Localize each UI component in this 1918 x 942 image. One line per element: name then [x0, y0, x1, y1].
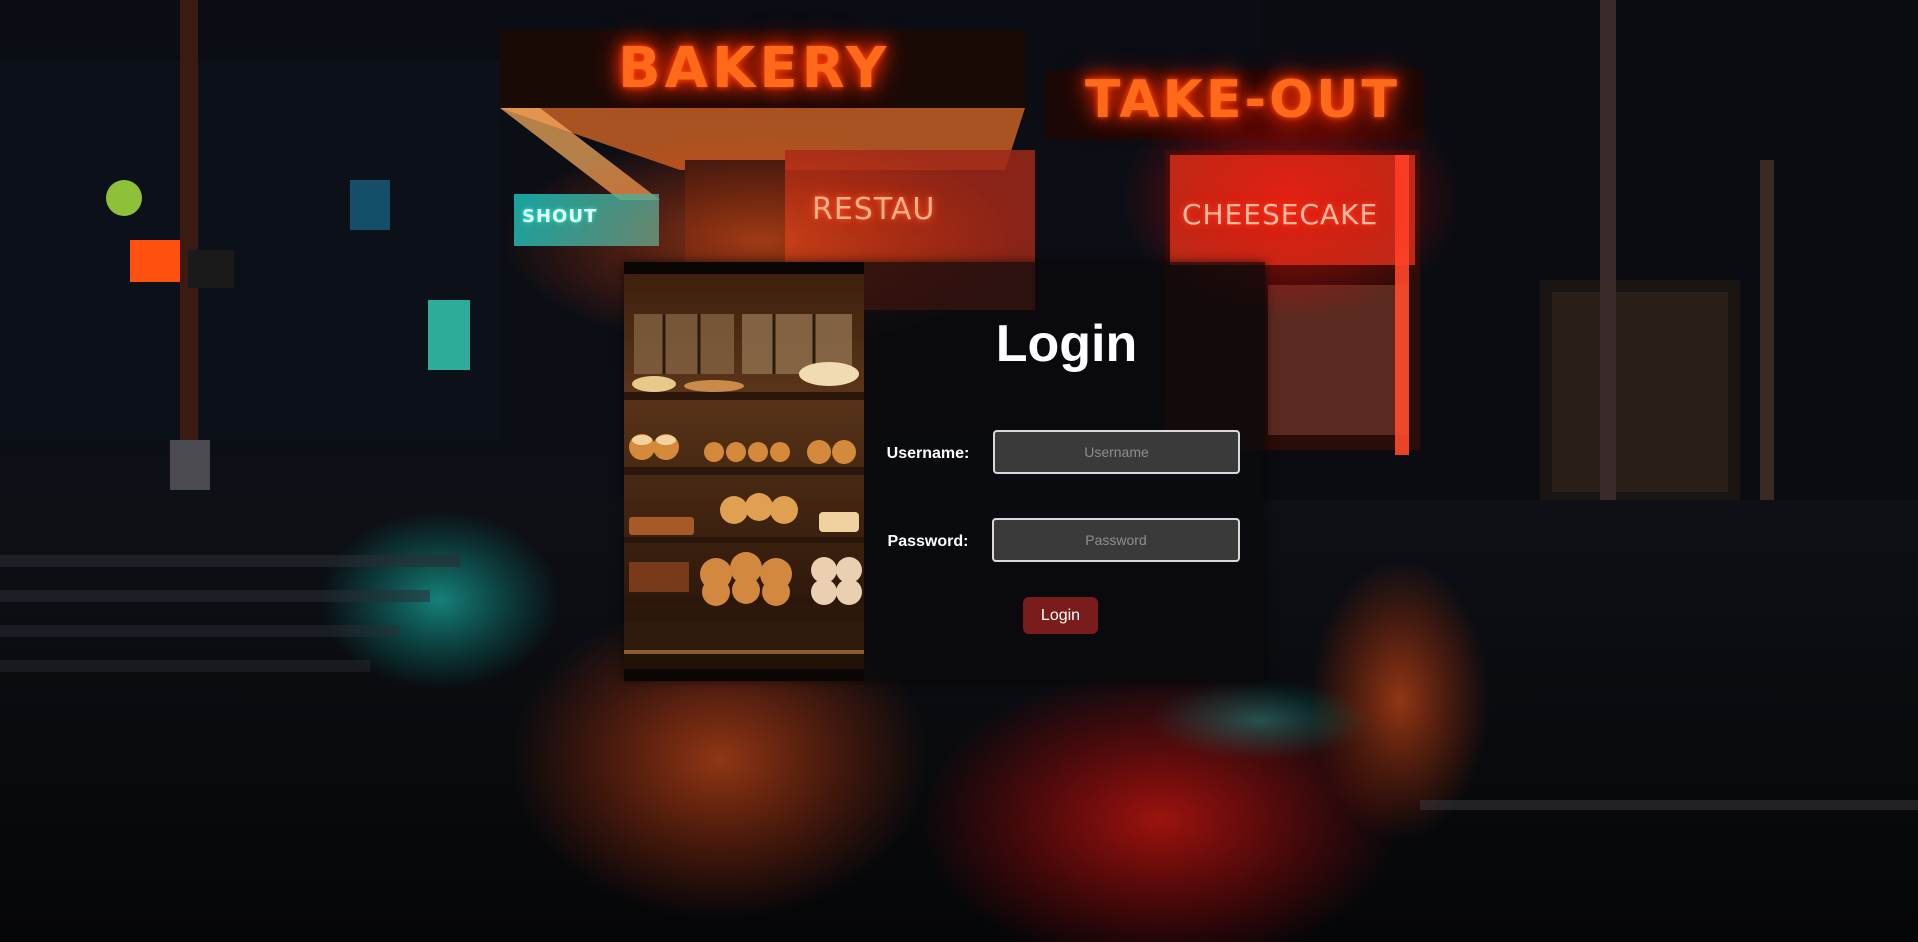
takeout-neon-sign: TAKE-OUT [1085, 70, 1400, 130]
bakery-display-image [624, 262, 864, 681]
username-label: Username: [886, 445, 970, 462]
login-title: Login [995, 315, 1138, 373]
bakery-neon-sign: BAKERY [618, 36, 891, 101]
login-page: BAKERY TAKE-OUT RESTAU CHEESECAKE SHOUT [0, 0, 1918, 942]
shout-sign: SHOUT [522, 206, 598, 227]
login-form: Login Username: Password: Login [864, 262, 1265, 681]
restaurant-neon-sign: RESTAU [812, 192, 936, 227]
password-input[interactable] [992, 518, 1240, 562]
login-card: Login Username: Password: Login [624, 262, 1265, 681]
username-input[interactable] [993, 430, 1240, 474]
pastry-case-illustration [624, 262, 864, 681]
login-button[interactable]: Login [1023, 597, 1098, 634]
password-label: Password: [887, 533, 969, 550]
cheesecake-neon-sign: CHEESECAKE [1182, 198, 1379, 231]
